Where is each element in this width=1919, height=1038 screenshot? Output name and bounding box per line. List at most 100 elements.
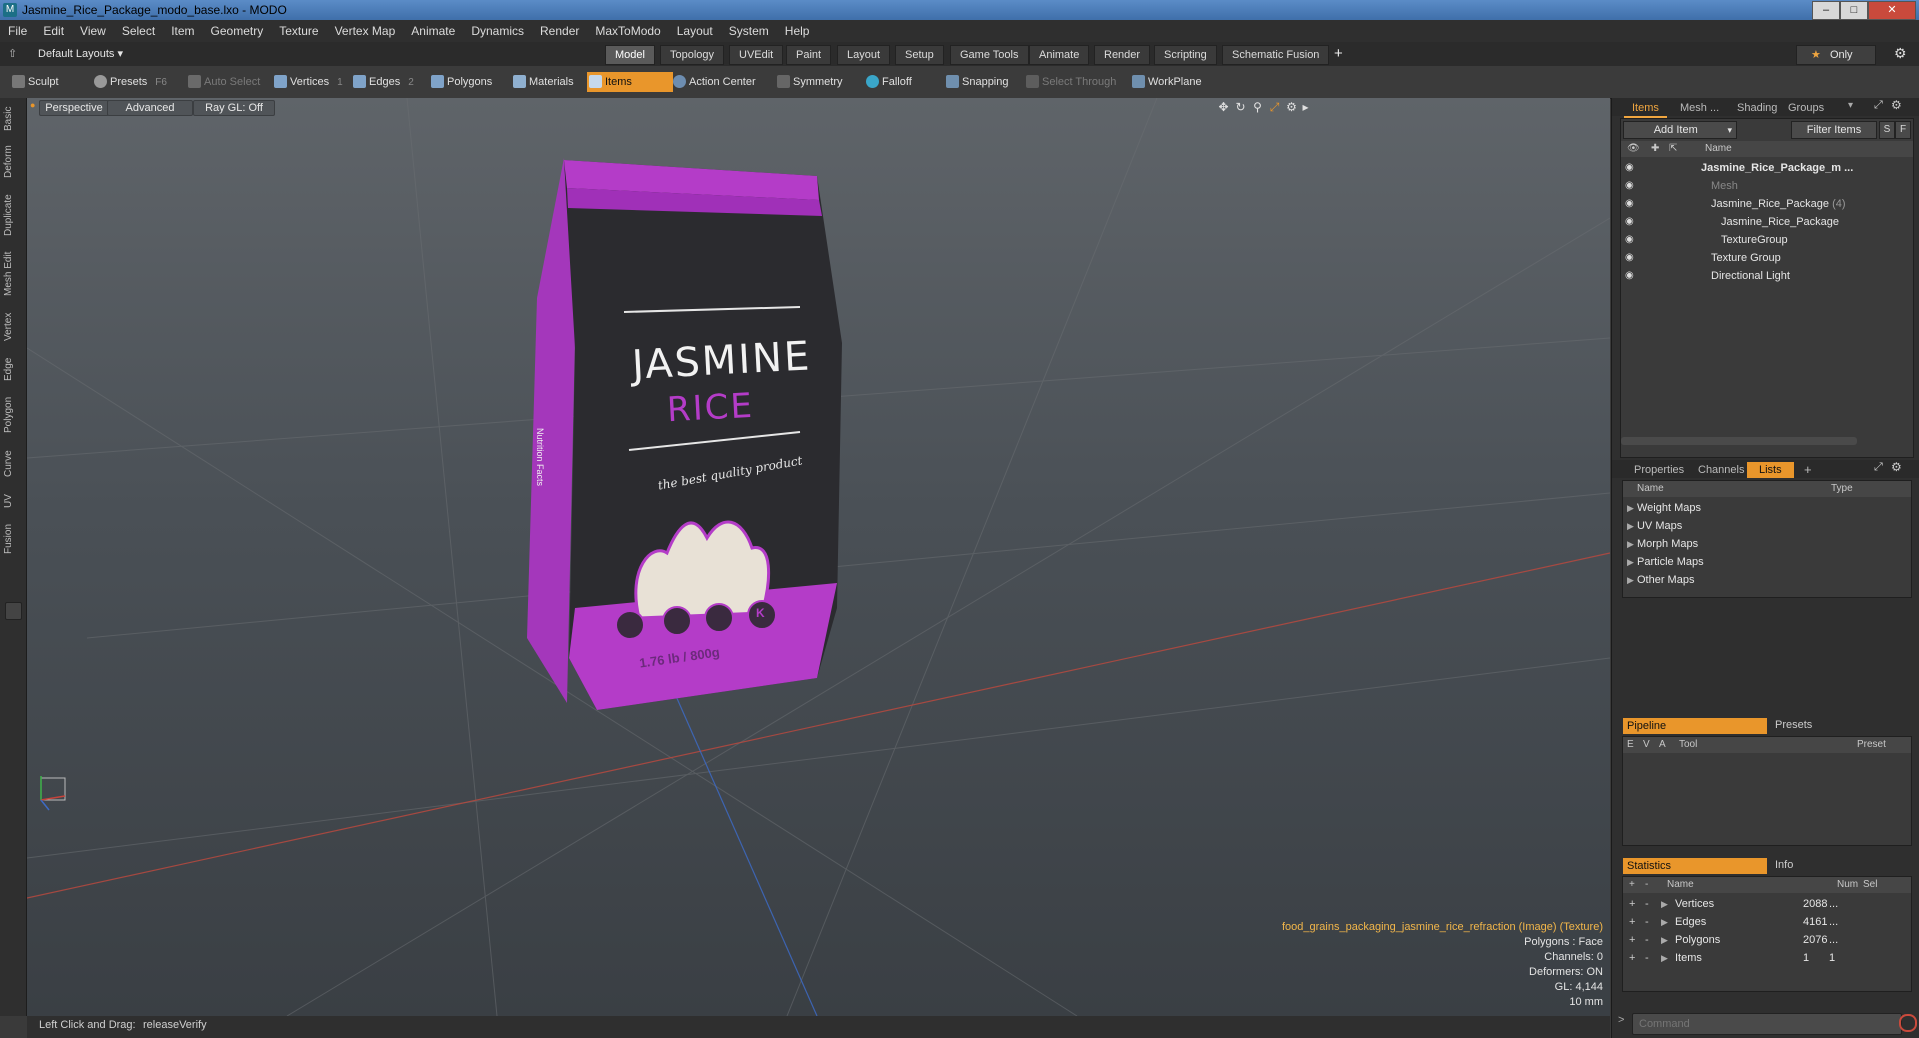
maximize-button[interactable]: □ <box>1840 1 1868 20</box>
stats-row[interactable]: + - ▶ Polygons 2076... <box>1623 931 1911 949</box>
stats-minus-button[interactable]: - <box>1645 913 1649 931</box>
menu-vertex-map[interactable]: Vertex Map <box>327 20 404 42</box>
only-toggle[interactable]: ★ Only <box>1796 45 1876 65</box>
tree-row[interactable]: ◉ Jasmine_Rice_Package <box>1621 213 1917 231</box>
tab-fusion[interactable]: Fusion <box>3 520 23 558</box>
workplane-button[interactable]: WorkPlane <box>1130 72 1202 92</box>
tab-paint[interactable]: Paint <box>786 45 832 65</box>
tab-polygon[interactable]: Polygon <box>3 392 23 438</box>
menu-dynamics[interactable]: Dynamics <box>463 20 532 42</box>
tab-properties[interactable]: Properties <box>1626 462 1692 478</box>
list-item[interactable]: ▶ Morph Maps <box>1627 535 1698 553</box>
visibility-eye-icon[interactable]: ◉ <box>1625 267 1637 281</box>
tab-animate[interactable]: Animate <box>1029 45 1090 65</box>
tab-mesh-edit[interactable]: Mesh Edit <box>3 248 23 300</box>
tab-uvedit[interactable]: UVEdit <box>729 45 784 65</box>
tab-curve[interactable]: Curve <box>3 446 23 482</box>
perspective-dropdown[interactable]: Perspective <box>39 100 109 116</box>
tab-game-tools[interactable]: Game Tools <box>950 45 1029 65</box>
default-layouts-dropdown[interactable]: Default Layouts ▾ <box>38 47 123 60</box>
tab-items[interactable]: Items <box>1624 100 1667 118</box>
stats-minus-button[interactable]: - <box>1645 931 1649 949</box>
stats-row[interactable]: + - ▶ Edges 4161... <box>1623 913 1911 931</box>
tab-collapse-button[interactable] <box>5 602 22 620</box>
f-toggle-button[interactable]: F <box>1895 121 1911 139</box>
name-column-header[interactable]: Name <box>1705 141 1732 157</box>
menu-animate[interactable]: Animate <box>403 20 463 42</box>
tab-pipeline[interactable]: Pipeline <box>1623 718 1767 734</box>
list-item[interactable]: ▶ Particle Maps <box>1627 553 1704 571</box>
menu-file[interactable]: File <box>0 20 35 42</box>
tree-row[interactable]: ◉ Texture Group <box>1621 249 1917 267</box>
add-item-dropdown[interactable]: Add Item ▾ <box>1623 121 1737 139</box>
minimize-button[interactable]: – <box>1812 1 1840 20</box>
menu-texture[interactable]: Texture <box>271 20 326 42</box>
sculpt-button[interactable]: Sculpt <box>10 72 59 92</box>
menu-maxtomodo[interactable]: MaxToModo <box>587 20 668 42</box>
tab-mesh[interactable]: Mesh ... <box>1672 100 1727 116</box>
stats-plus-button[interactable]: + <box>1629 949 1635 967</box>
visibility-eye-icon[interactable]: ◉ <box>1625 213 1637 227</box>
menu-system[interactable]: System <box>721 20 777 42</box>
tab-lists[interactable]: Lists <box>1747 462 1794 478</box>
tab-deform[interactable]: Deform <box>3 142 23 182</box>
select-through-button[interactable]: Select Through <box>1024 72 1116 92</box>
edges-button[interactable]: Edges 2 <box>351 72 414 92</box>
rotate-icon[interactable]: ↻ <box>1234 101 1247 114</box>
horizontal-scrollbar[interactable] <box>1621 437 1857 445</box>
fit-view-icon[interactable]: ⤢ <box>1268 101 1281 114</box>
auto-select-button[interactable]: Auto Select <box>186 72 260 92</box>
tree-row[interactable]: ◉ Directional Light <box>1621 267 1917 285</box>
tree-row[interactable]: ◉ Mesh <box>1621 177 1917 195</box>
menu-item[interactable]: Item <box>163 20 202 42</box>
3d-viewport[interactable]: JASMINE RICE the best quality product 1.… <box>27 98 1610 1016</box>
tab-setup[interactable]: Setup <box>895 45 944 65</box>
command-input[interactable] <box>1632 1013 1902 1035</box>
tab-info[interactable]: Info <box>1775 859 1793 871</box>
panel-gear-icon[interactable]: ⚙ <box>1891 98 1902 112</box>
raygl-dropdown[interactable]: Ray GL: Off <box>193 100 275 116</box>
tab-uv[interactable]: UV <box>3 490 23 512</box>
stats-row[interactable]: + - ▶ Vertices 2088... <box>1623 895 1911 913</box>
tab-render[interactable]: Render <box>1094 45 1151 65</box>
chevron-down-icon[interactable]: ▾ <box>1848 100 1853 111</box>
tree-row[interactable]: ◉ Jasmine_Rice_Package (4) <box>1621 195 1917 213</box>
menu-select[interactable]: Select <box>114 20 163 42</box>
visibility-eye-icon[interactable]: ◉ <box>1625 231 1637 245</box>
tab-presets[interactable]: Presets <box>1775 719 1812 731</box>
tree-row[interactable]: ◉ TextureGroup <box>1621 231 1917 249</box>
add-tab-button[interactable]: + <box>1334 45 1343 62</box>
tree-row[interactable]: ◉ Jasmine_Rice_Package_m ... <box>1621 159 1917 177</box>
menu-view[interactable]: View <box>72 20 114 42</box>
stats-plus-button[interactable]: + <box>1629 895 1635 913</box>
tab-layout[interactable]: Layout <box>837 45 891 65</box>
stats-minus-button[interactable]: - <box>1645 949 1649 967</box>
visibility-eye-icon[interactable]: ◉ <box>1625 177 1637 191</box>
visibility-eye-icon[interactable]: ◉ <box>1625 195 1637 209</box>
tab-model[interactable]: Model <box>605 45 655 65</box>
zoom-icon[interactable]: ⚲ <box>1251 101 1264 114</box>
tab-channels[interactable]: Channels <box>1690 462 1752 478</box>
materials-button[interactable]: Materials <box>511 72 574 92</box>
tab-topology[interactable]: Topology <box>660 45 725 65</box>
stats-plus-button[interactable]: + <box>1629 913 1635 931</box>
list-item[interactable]: ▶ Weight Maps <box>1627 499 1701 517</box>
tab-schematic-fusion[interactable]: Schematic Fusion <box>1222 45 1330 65</box>
presets-button[interactable]: Presets F6 <box>92 72 167 92</box>
expand-panel-icon[interactable]: ⤢ <box>1874 461 1883 474</box>
pan-icon[interactable]: ✥ <box>1217 101 1230 114</box>
shading-dropdown[interactable]: Advanced <box>107 100 193 116</box>
tab-groups[interactable]: Groups <box>1780 100 1832 116</box>
layout-up-icon[interactable]: ⇧ <box>8 47 17 60</box>
tab-statistics[interactable]: Statistics <box>1623 858 1767 874</box>
tab-vertex[interactable]: Vertex <box>3 308 23 346</box>
filter-items-input[interactable]: Filter Items <box>1791 121 1877 139</box>
visibility-eye-icon[interactable]: ◉ <box>1625 159 1637 173</box>
stats-row[interactable]: + - ▶ Items 1 1 <box>1623 949 1911 967</box>
panel-gear-icon[interactable]: ⚙ <box>1891 460 1902 474</box>
tab-shading[interactable]: Shading <box>1729 100 1785 116</box>
symmetry-button[interactable]: Symmetry <box>775 72 843 92</box>
vertices-button[interactable]: Vertices 1 <box>272 72 343 92</box>
stats-minus-button[interactable]: - <box>1645 895 1649 913</box>
tab-basic[interactable]: Basic <box>3 104 23 134</box>
